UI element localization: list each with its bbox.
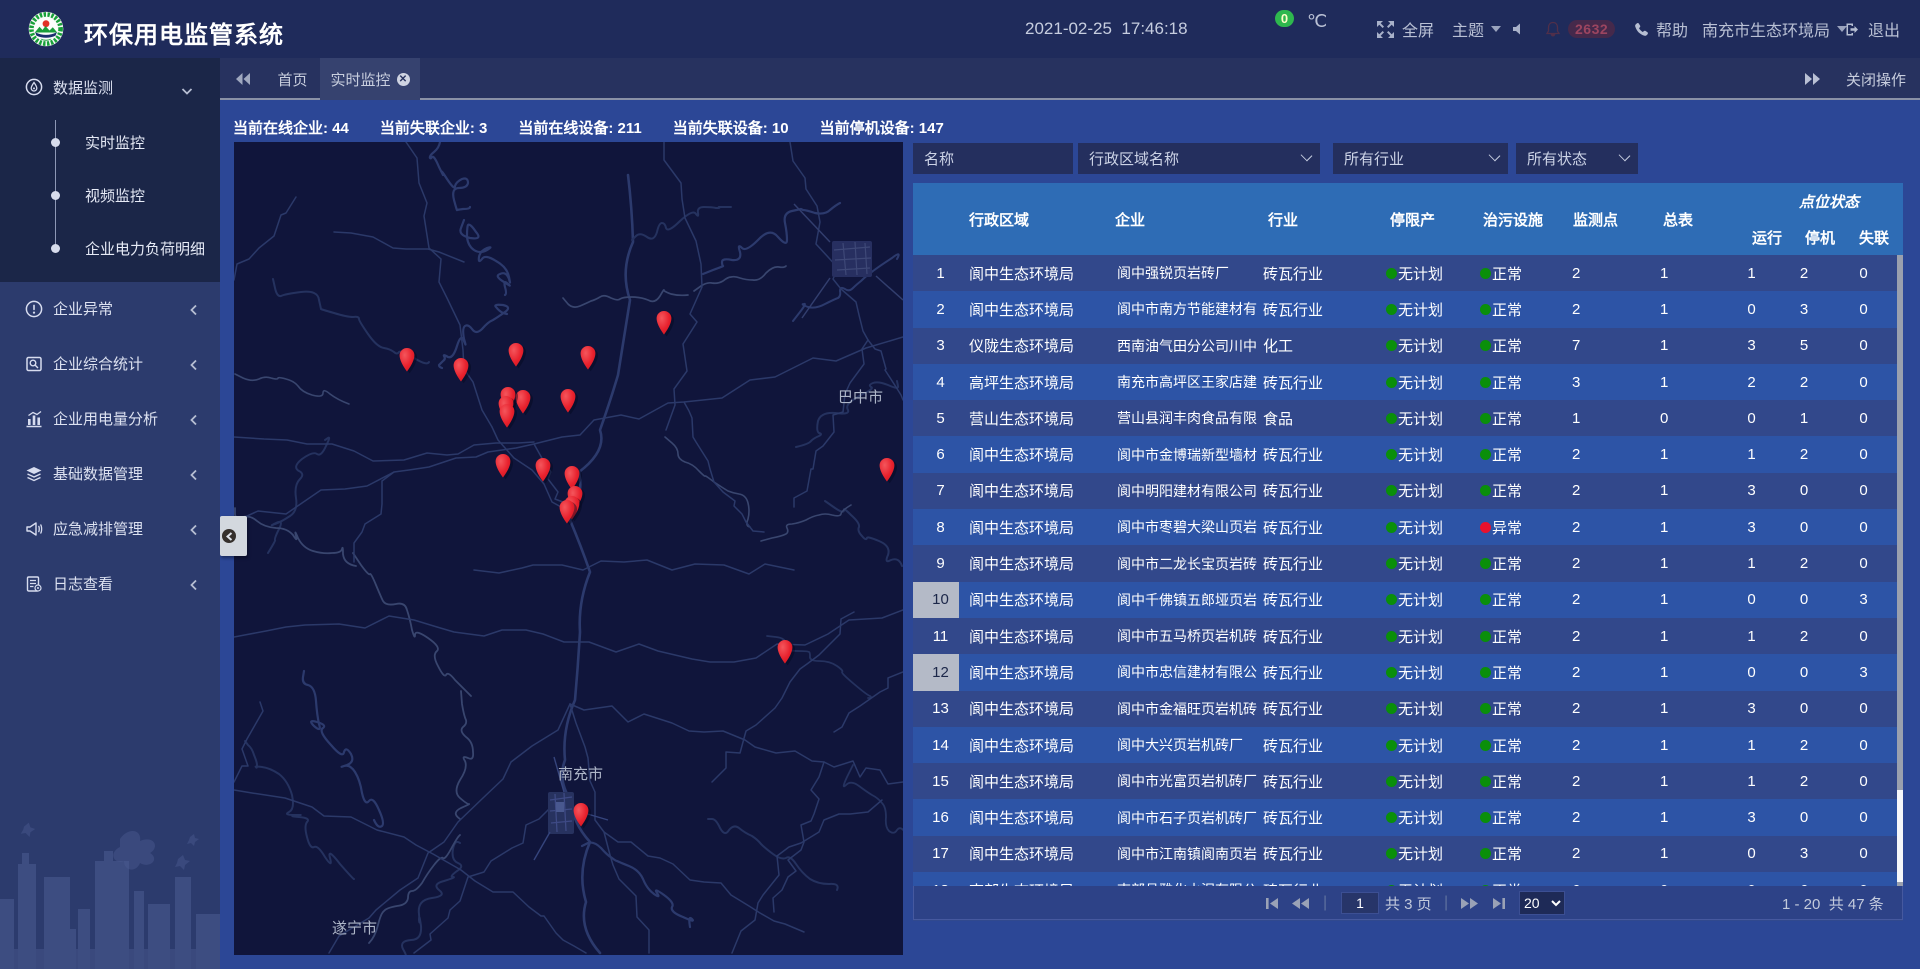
svg-text:遂宁市: 遂宁市 (332, 920, 377, 937)
svg-text:南充市: 南充市 (558, 766, 603, 783)
svg-text:巴中市: 巴中市 (838, 389, 883, 406)
